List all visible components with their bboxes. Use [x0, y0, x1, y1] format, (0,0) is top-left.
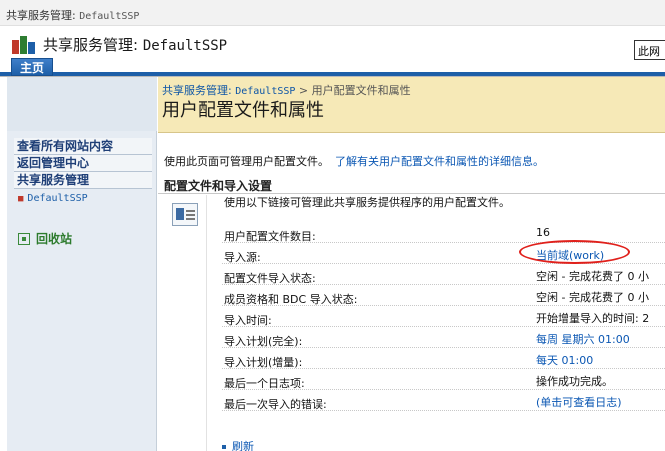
- bullet-icon: ■: [18, 194, 24, 204]
- left-panel-header: [7, 77, 157, 131]
- recycle-bin-label: 回收站: [36, 232, 73, 246]
- tab-home[interactable]: 主页: [11, 58, 53, 76]
- property-row-profile-count: 用户配置文件数目: 16: [222, 222, 665, 243]
- quicklaunch-view-all-content[interactable]: 查看所有网站内容: [14, 138, 152, 155]
- quicklaunch-sub-defaultssp[interactable]: ■ DefaultSSP: [14, 189, 152, 211]
- quick-launch: 查看所有网站内容 返回管理中心 共享服务管理 ■ DefaultSSP: [14, 138, 152, 211]
- property-value: 16: [536, 226, 550, 239]
- section-description: 使用以下链接可管理此共享服务提供程序的用户配置文件。: [224, 196, 510, 209]
- top-navigation-bar: [0, 58, 665, 76]
- property-row-bdc-import-status: 成员资格和 BDC 导入状态: 空闲 - 完成花费了 0 小: [222, 285, 665, 306]
- window-title: 共享服务管理: DefaultSSP: [6, 7, 139, 23]
- bullet-icon: [222, 445, 226, 449]
- refresh-label: 刷新: [232, 440, 254, 451]
- page-title: 用户配置文件和属性: [162, 100, 324, 121]
- full-import-schedule-link[interactable]: 每周 星期六 01:00: [536, 331, 630, 347]
- window-titlebar: 共享服务管理: DefaultSSP: [0, 0, 665, 26]
- view-log-link[interactable]: (单击可查看日志): [536, 394, 622, 410]
- property-label: 用户配置文件数目:: [224, 230, 316, 243]
- property-label: 导入计划(增量):: [224, 356, 303, 369]
- property-value: 开始增量导入的时间: 2: [536, 312, 650, 325]
- property-label: 导入源:: [224, 251, 261, 264]
- property-row-import-time: 导入时间: 开始增量导入的时间: 2: [222, 306, 665, 327]
- left-navigation-panel: [7, 77, 157, 451]
- breadcrumb-current: 用户配置文件和属性: [311, 84, 411, 97]
- window-title-prefix: 共享服务管理:: [6, 9, 80, 22]
- learn-more-link[interactable]: 了解有关用户配置文件和属性的详细信息。: [335, 155, 544, 168]
- property-row-full-import-schedule: 导入计划(完全): 每周 星期六 01:00: [222, 327, 665, 348]
- property-value: 空闲 - 完成花费了 0 小: [536, 291, 649, 304]
- window-title-ssp: DefaultSSP: [79, 11, 140, 22]
- recycle-bin-link[interactable]: 回收站: [18, 230, 72, 247]
- site-title-ssp: DefaultSSP: [142, 38, 228, 54]
- property-label: 配置文件导入状态:: [224, 272, 316, 285]
- quicklaunch-shared-services-admin[interactable]: 共享服务管理: [14, 172, 152, 189]
- sharepoint-logo-icon: [12, 36, 35, 54]
- property-value: 操作成功完成。: [536, 375, 613, 388]
- property-label: 最后一个日志项:: [224, 377, 305, 390]
- recycle-bin-icon: [18, 233, 30, 245]
- quicklaunch-sub-label: DefaultSSP: [27, 193, 88, 204]
- property-row-last-import-errors: 最后一次导入的错误: (单击可查看日志): [222, 390, 665, 411]
- highlight-annotation: [519, 240, 630, 264]
- property-row-import-status: 配置文件导入状态: 空闲 - 完成花费了 0 小: [222, 264, 665, 285]
- property-row-last-log-entry: 最后一个日志项: 操作成功完成。: [222, 369, 665, 390]
- profile-settings-icon: [172, 203, 198, 226]
- section-title: 配置文件和导入设置: [164, 179, 273, 193]
- refresh-link[interactable]: 刷新: [222, 438, 254, 451]
- property-label: 最后一次导入的错误:: [224, 398, 327, 411]
- incremental-import-schedule-link[interactable]: 每天 01:00: [536, 352, 593, 368]
- section-icon-column: [163, 195, 207, 451]
- site-title[interactable]: 共享服务管理: DefaultSSP: [43, 34, 227, 55]
- property-label: 成员资格和 BDC 导入状态:: [224, 293, 358, 306]
- search-scope-dropdown[interactable]: 此网: [634, 40, 665, 60]
- intro-text: 使用此页面可管理用户配置文件。: [164, 155, 329, 168]
- property-label: 导入时间:: [224, 314, 272, 327]
- quicklaunch-back-to-central-admin[interactable]: 返回管理中心: [14, 155, 152, 172]
- page-intro: 使用此页面可管理用户配置文件。 了解有关用户配置文件和属性的详细信息。: [164, 153, 544, 169]
- property-value: 空闲 - 完成花费了 0 小: [536, 270, 649, 283]
- site-title-prefix: 共享服务管理:: [43, 36, 143, 54]
- property-row-incremental-import-schedule: 导入计划(增量): 每天 01:00: [222, 348, 665, 369]
- property-label: 导入计划(完全):: [224, 335, 303, 348]
